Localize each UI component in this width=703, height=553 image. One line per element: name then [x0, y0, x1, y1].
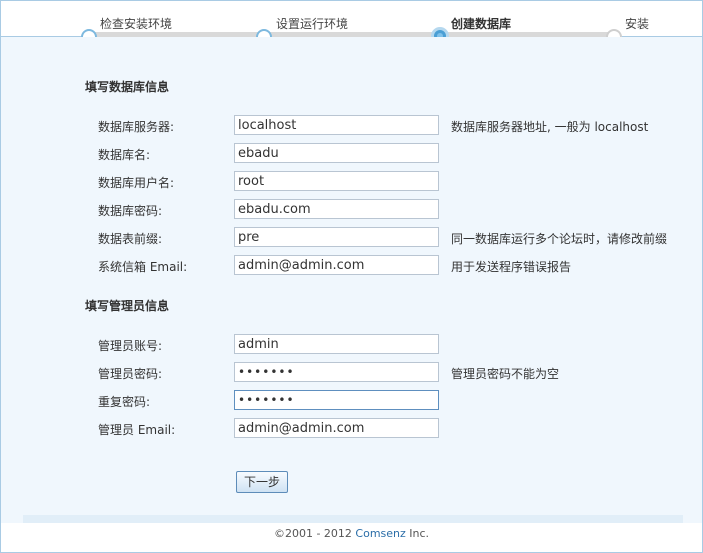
admin-email-label: 管理员 Email:	[98, 423, 176, 437]
admin-password-label: 管理员密码:	[98, 367, 163, 381]
table-prefix-row: 数据表前缀: 同一数据库运行多个论坛时，请修改前缀	[1, 227, 702, 249]
admin-password-row: 管理员密码: 管理员密码不能为空	[1, 362, 702, 384]
system-email-hint: 用于发送程序错误报告	[451, 260, 572, 274]
next-step-button[interactable]: 下一步	[236, 471, 288, 493]
admin-account-row: 管理员账号:	[1, 334, 702, 356]
db-password-input[interactable]	[234, 199, 439, 219]
repeat-password-row: 重复密码:	[1, 390, 702, 412]
footer-copyright: ©2001 - 2012 Comsenz Inc.	[1, 527, 702, 540]
admin-account-label: 管理员账号:	[98, 339, 163, 353]
db-password-row: 数据库密码:	[1, 199, 702, 221]
admin-section-title: 填写管理员信息	[85, 299, 170, 313]
repeat-password-label: 重复密码:	[98, 395, 151, 409]
repeat-password-input[interactable]	[234, 390, 439, 410]
admin-email-row: 管理员 Email:	[1, 418, 702, 440]
db-server-input[interactable]	[234, 115, 439, 135]
table-prefix-hint: 同一数据库运行多个论坛时，请修改前缀	[451, 232, 668, 246]
admin-email-input[interactable]	[234, 418, 439, 438]
system-email-label: 系统信箱 Email:	[98, 260, 188, 274]
db-server-label: 数据库服务器:	[98, 120, 175, 134]
footer-suffix: Inc.	[405, 527, 430, 540]
step-4-label: 安装	[625, 17, 650, 31]
db-password-label: 数据库密码:	[98, 204, 163, 218]
db-user-label: 数据库用户名:	[98, 176, 175, 190]
db-server-row: 数据库服务器: 数据库服务器地址, 一般为 localhost	[1, 115, 702, 137]
admin-password-input[interactable]	[234, 362, 439, 382]
footer-brand-link[interactable]: Comsenz	[355, 527, 405, 540]
form-area: 填写数据库信息 数据库服务器: 数据库服务器地址, 一般为 localhost …	[1, 37, 702, 552]
db-name-label: 数据库名:	[98, 148, 151, 162]
table-prefix-label: 数据表前缀:	[98, 232, 163, 246]
db-server-hint: 数据库服务器地址, 一般为 localhost	[451, 120, 649, 134]
table-prefix-input[interactable]	[234, 227, 439, 247]
step-2-label: 设置运行环境	[276, 17, 349, 31]
db-name-input[interactable]	[234, 143, 439, 163]
installer-window: 检查安装环境 设置运行环境 创建数据库 安装 填写数据库信息 数据库服务器: 数…	[0, 0, 703, 553]
system-email-row: 系统信箱 Email: 用于发送程序错误报告	[1, 255, 702, 277]
db-name-row: 数据库名:	[1, 143, 702, 165]
db-user-input[interactable]	[234, 171, 439, 191]
step-1-label: 检查安装环境	[100, 17, 173, 31]
step-3-label: 创建数据库	[451, 17, 512, 31]
db-section-title: 填写数据库信息	[85, 80, 170, 94]
db-user-row: 数据库用户名:	[1, 171, 702, 193]
footer-prefix: ©2001 - 2012	[273, 527, 356, 540]
admin-account-input[interactable]	[234, 334, 439, 354]
system-email-input[interactable]	[234, 255, 439, 275]
admin-password-hint: 管理员密码不能为空	[451, 367, 560, 381]
footer-divider	[23, 515, 683, 523]
